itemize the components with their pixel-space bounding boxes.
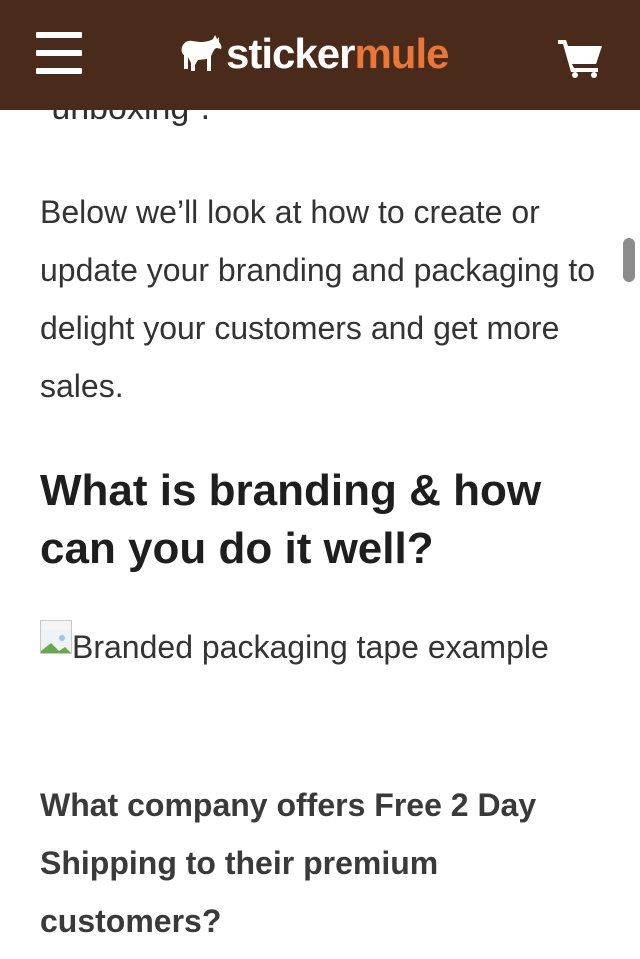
section-heading: What is branding & how can you do it wel… — [40, 466, 542, 573]
image-alt-text: Branded packaging tape example — [72, 629, 549, 665]
broken-image: Branded packaging tape example — [40, 618, 560, 676]
stickermule-logo[interactable]: sticker mule — [178, 30, 449, 78]
broken-image-icon — [40, 620, 72, 654]
intro-paragraph: Below we’ll look at how to create or upd… — [40, 194, 596, 404]
logo-text-sticker: sticker — [226, 30, 355, 77]
scrollbar-thumb[interactable] — [623, 238, 635, 282]
top-navigation-bar: sticker mule — [0, 0, 640, 110]
sub-heading: What company offers Free 2 Day Shipping … — [40, 787, 537, 939]
shopping-cart-icon[interactable] — [556, 36, 604, 78]
hamburger-menu-icon[interactable] — [36, 32, 82, 74]
mule-logo-icon — [181, 35, 222, 71]
logo-text-mule: mule — [354, 30, 449, 77]
